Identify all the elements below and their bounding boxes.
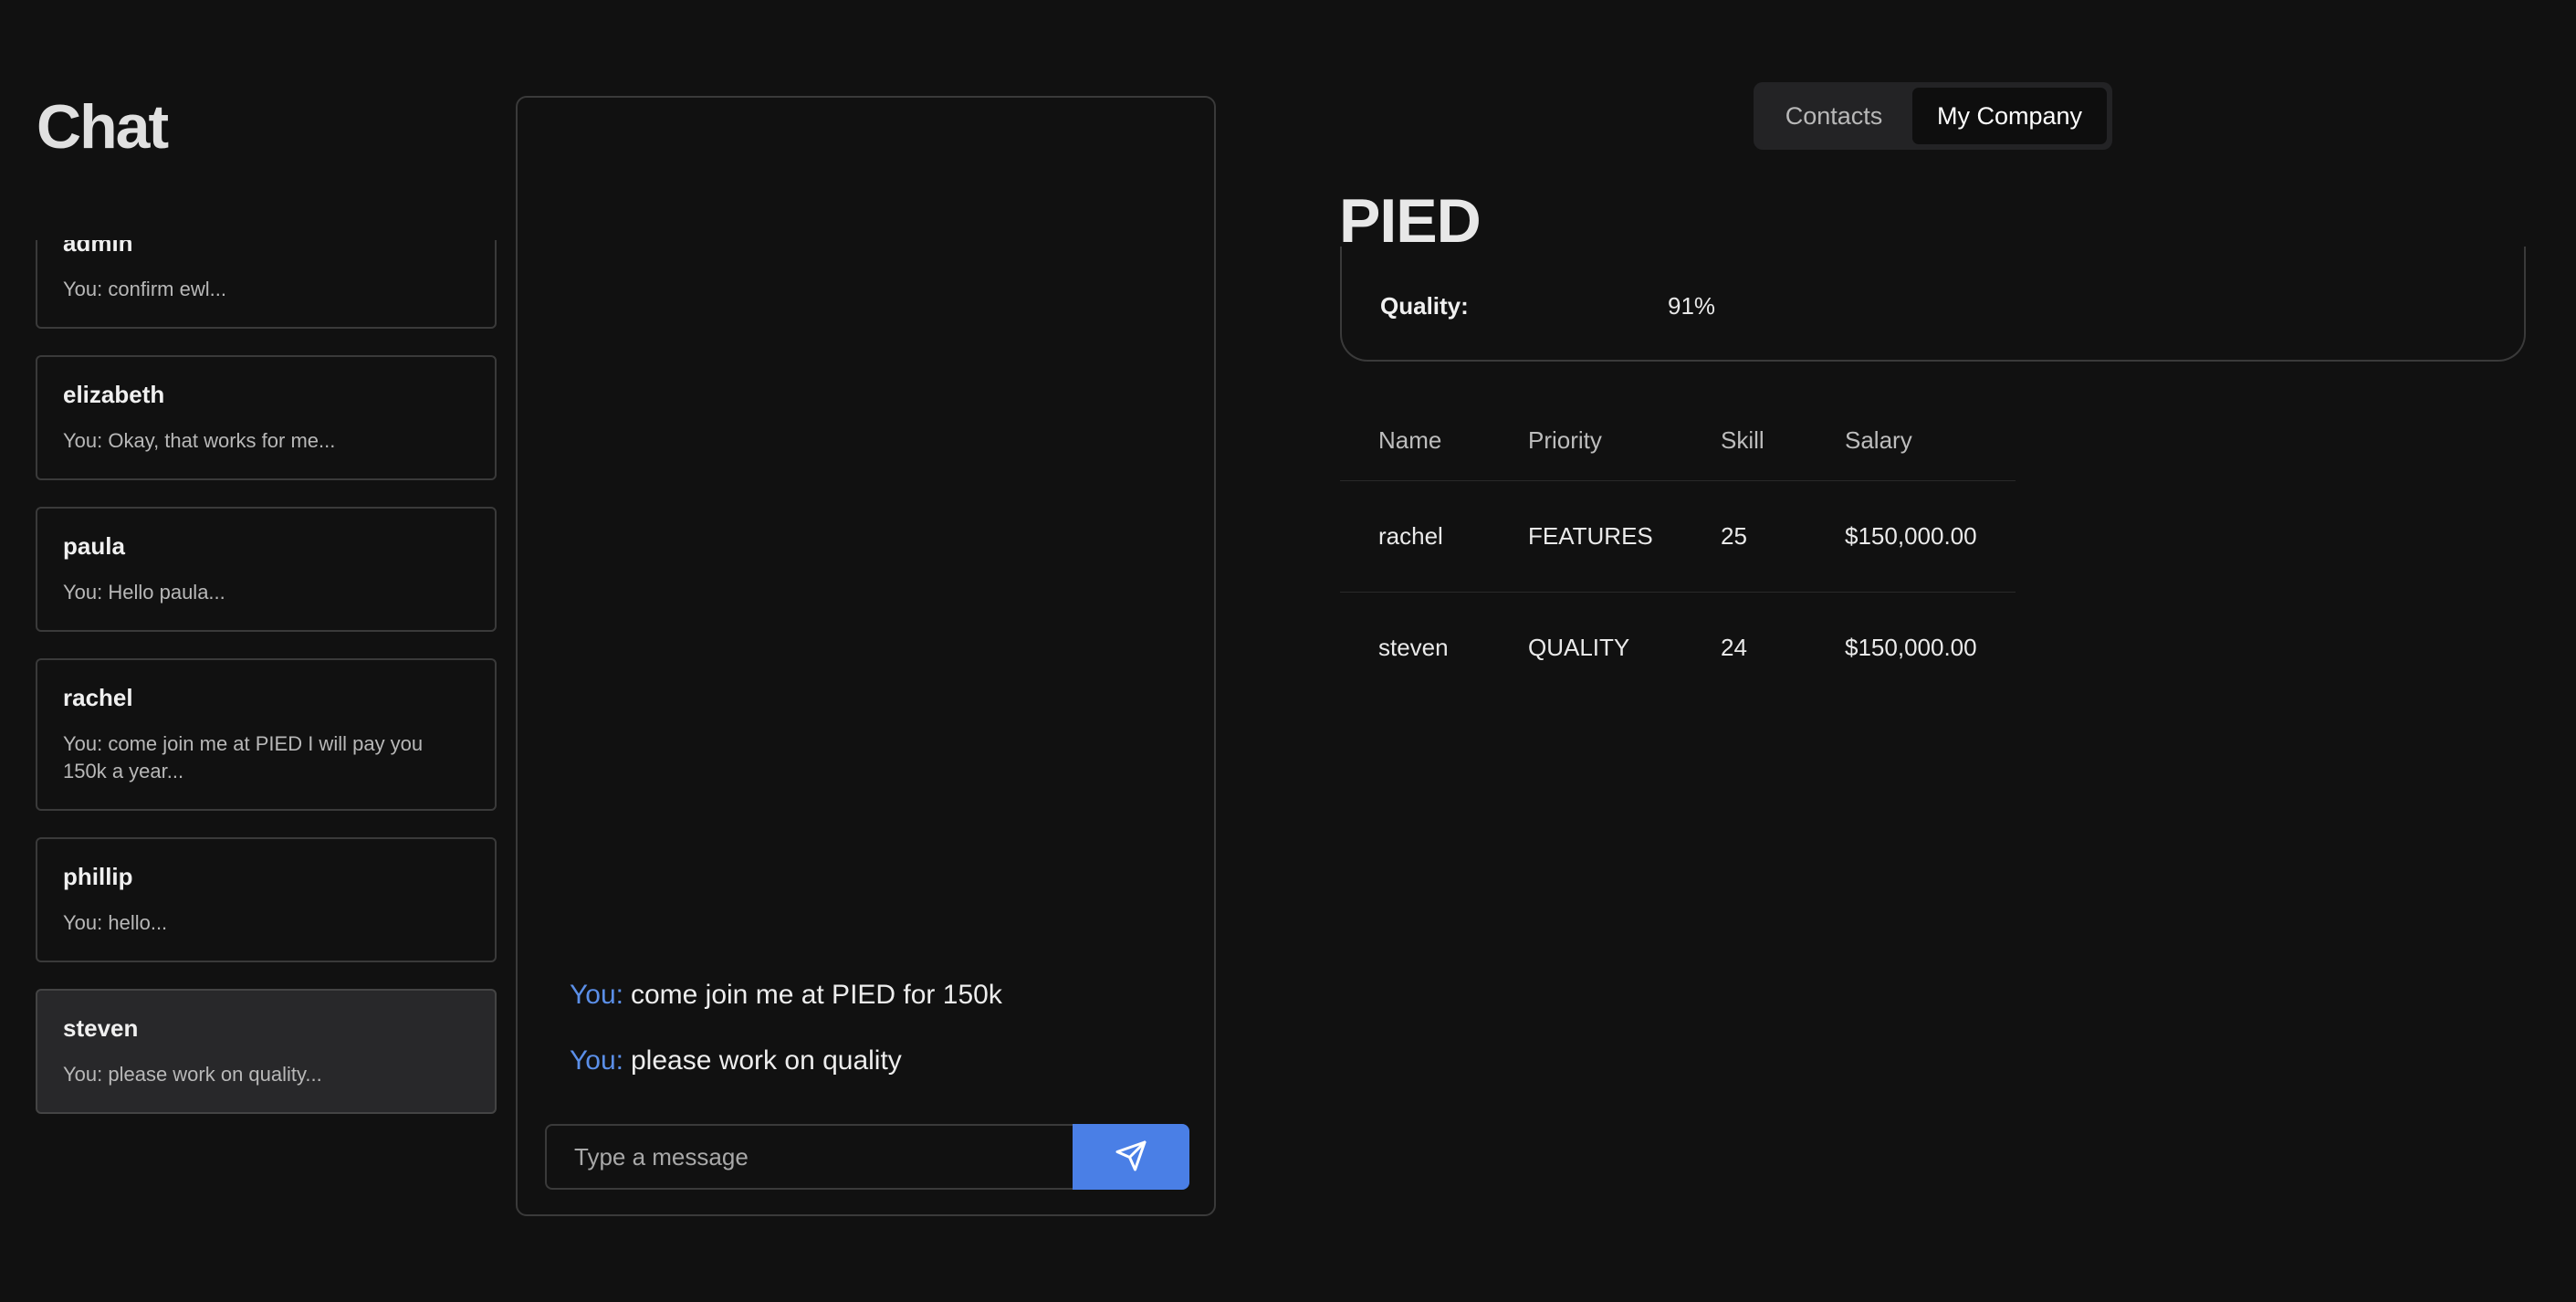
- employee-skill: 25: [1682, 480, 1806, 593]
- app-root: Chat admin You: confirm ewl... elizabeth…: [0, 0, 2576, 1302]
- view-toggle: Contacts My Company: [1754, 82, 2112, 150]
- table-row[interactable]: rachel FEATURES 25 $150,000.00: [1340, 480, 2016, 593]
- contact-name: elizabeth: [63, 381, 165, 408]
- contact-name: steven: [63, 1014, 139, 1042]
- chat-panel: You: come join me at PIED for 150k You: pl…: [516, 96, 1216, 1216]
- employee-priority: FEATURES: [1490, 480, 1682, 593]
- contact-card-paula[interactable]: paula You: Hello paula...: [36, 507, 497, 632]
- contact-card-steven[interactable]: steven You: please work on quality...: [36, 989, 497, 1114]
- employee-priority: QUALITY: [1528, 633, 1630, 661]
- quality-value: 91%: [1668, 292, 1716, 320]
- contact-preview: You: come join me at PIED I will pay you…: [63, 732, 424, 782]
- employee-salary: $150,000.00: [1845, 633, 1977, 661]
- column-header-salary: Salary: [1806, 402, 2016, 481]
- tab-my-company[interactable]: My Company: [1912, 88, 2107, 144]
- contact-card-elizabeth[interactable]: elizabeth You: Okay, that works for me..…: [36, 355, 497, 480]
- contact-preview: You: hello...: [63, 911, 168, 934]
- message-text: come join me at PIED for 150k: [630, 980, 1002, 1010]
- contact-name: rachel: [63, 684, 133, 711]
- contact-card-phillip[interactable]: phillip You: hello...: [36, 837, 497, 962]
- employee-name: steven: [1378, 633, 1449, 661]
- column-header-skill: Skill: [1682, 402, 1806, 481]
- message-composer: [545, 1124, 1189, 1190]
- contact-name: phillip: [63, 863, 133, 890]
- contact-list[interactable]: admin You: confirm ewl... elizabeth You:…: [36, 240, 497, 1153]
- chat-message: You: come join me at PIED for 150k: [570, 980, 1002, 1011]
- contact-preview: You: confirm ewl...: [63, 278, 226, 300]
- chat-title: Chat: [37, 92, 169, 162]
- table-row[interactable]: steven QUALITY 24 $150,000.00: [1340, 592, 2016, 703]
- quality-label: Quality:: [1380, 292, 1469, 320]
- employee-salary: $150,000.00: [1806, 480, 2016, 593]
- employee-skill: 24: [1721, 633, 1747, 661]
- message-sender: You:: [570, 980, 623, 1010]
- send-button[interactable]: [1073, 1124, 1189, 1190]
- contact-card-rachel[interactable]: rachel You: come join me at PIED I will …: [36, 658, 497, 811]
- tab-contacts[interactable]: Contacts: [1759, 88, 1909, 144]
- table-header-row: Name Priority Skill Salary: [1340, 402, 2016, 481]
- contact-name: admin: [63, 240, 133, 257]
- column-header-name: Name: [1340, 402, 1490, 481]
- column-header-priority: Priority: [1490, 402, 1682, 481]
- employee-table: Name Priority Skill Salary rachel FEATUR…: [1340, 402, 2016, 703]
- message-input[interactable]: [545, 1124, 1073, 1190]
- company-stats: Quality: 91%: [1340, 247, 2526, 362]
- contact-name: paula: [63, 532, 125, 560]
- contact-preview: You: Hello paula...: [63, 581, 225, 604]
- contact-preview: You: please work on quality...: [63, 1063, 322, 1086]
- message-text: please work on quality: [630, 1045, 902, 1076]
- contact-preview: You: Okay, that works for me...: [63, 429, 336, 452]
- contact-card-admin[interactable]: admin You: confirm ewl...: [36, 240, 497, 329]
- message-sender: You:: [570, 1045, 623, 1076]
- send-icon: [1115, 1139, 1147, 1175]
- chat-message: You: please work on quality: [570, 1045, 902, 1076]
- employee-name: rachel: [1340, 480, 1490, 593]
